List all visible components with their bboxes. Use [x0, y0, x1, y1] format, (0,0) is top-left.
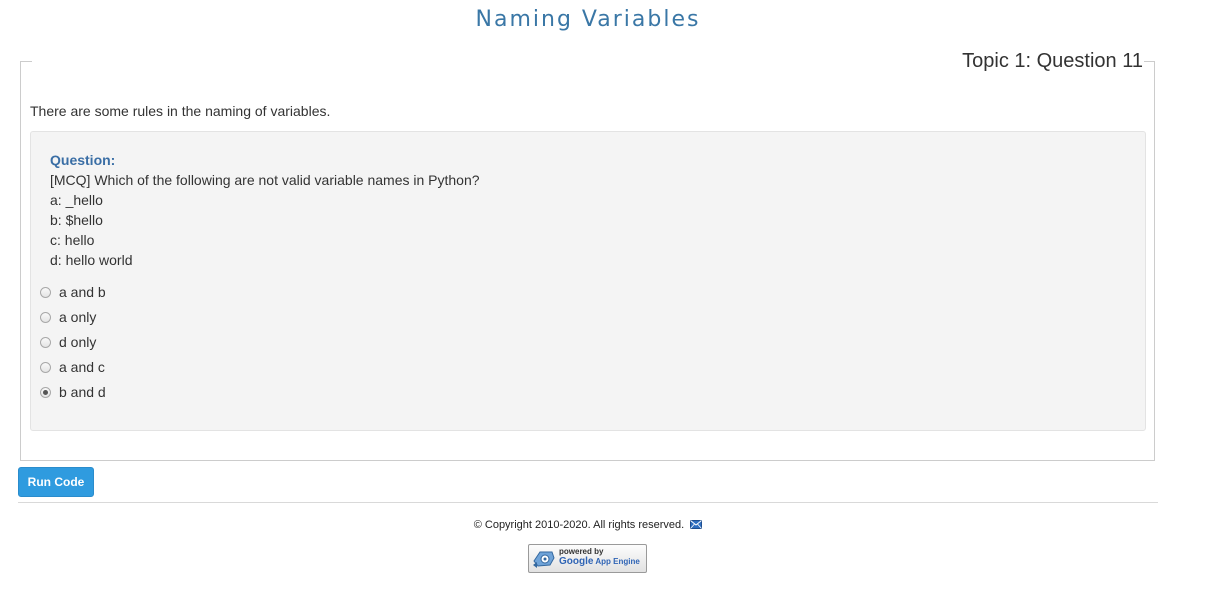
app-engine-badge[interactable]: powered by Google App Engine	[528, 544, 647, 573]
badge-product-name: Google App Engine	[559, 556, 640, 567]
copyright-text: © Copyright 2010-2020. All rights reserv…	[473, 519, 685, 531]
radio-button[interactable]	[40, 386, 51, 398]
radio-button[interactable]	[40, 336, 51, 348]
mail-icon[interactable]	[690, 520, 703, 529]
intro-text: There are some rules in the naming of va…	[30, 103, 331, 119]
choice-c-text: c: hello	[50, 232, 95, 248]
answer-option-label: b and d	[59, 384, 106, 400]
answer-option[interactable]: a only	[40, 307, 96, 327]
choice-d-text: d: hello world	[50, 252, 133, 268]
answer-option-label: d only	[59, 334, 97, 350]
choice-a-text: a: _hello	[50, 192, 103, 208]
answer-option-label: a and b	[59, 284, 106, 300]
legend-gap	[32, 60, 1011, 63]
badge-google-text: Google	[559, 556, 594, 567]
answer-option[interactable]: b and d	[40, 382, 106, 402]
footer-divider	[18, 502, 1158, 503]
badge-app-engine-text: App Engine	[593, 557, 640, 566]
answer-option[interactable]: a and b	[40, 282, 106, 302]
radio-button[interactable]	[40, 311, 51, 323]
question-legend: Topic 1: Question 11	[960, 49, 1144, 73]
question-prompt: [MCQ] Which of the following are not val…	[50, 172, 480, 188]
page-title: Naming Variables	[475, 7, 701, 32]
answer-option[interactable]: d only	[40, 332, 96, 352]
app-engine-logo-icon	[533, 551, 555, 568]
radio-button[interactable]	[40, 286, 51, 298]
answer-option-label: a and c	[59, 359, 105, 375]
radio-button[interactable]	[40, 361, 51, 373]
answer-option-label: a only	[59, 309, 97, 325]
question-heading: Question:	[50, 152, 116, 168]
footer: © Copyright 2010-2020. All rights reserv…	[0, 519, 1176, 531]
question-box: Question: [MCQ] Which of the following a…	[30, 131, 1146, 431]
run-code-button[interactable]: Run Code	[18, 467, 94, 497]
question-panel: Topic 1: Question 11 There are some rule…	[20, 49, 1155, 461]
answer-option[interactable]: a and c	[40, 357, 105, 377]
badge-powered-by: powered by	[559, 547, 604, 556]
choice-b-text: b: $hello	[50, 212, 103, 228]
